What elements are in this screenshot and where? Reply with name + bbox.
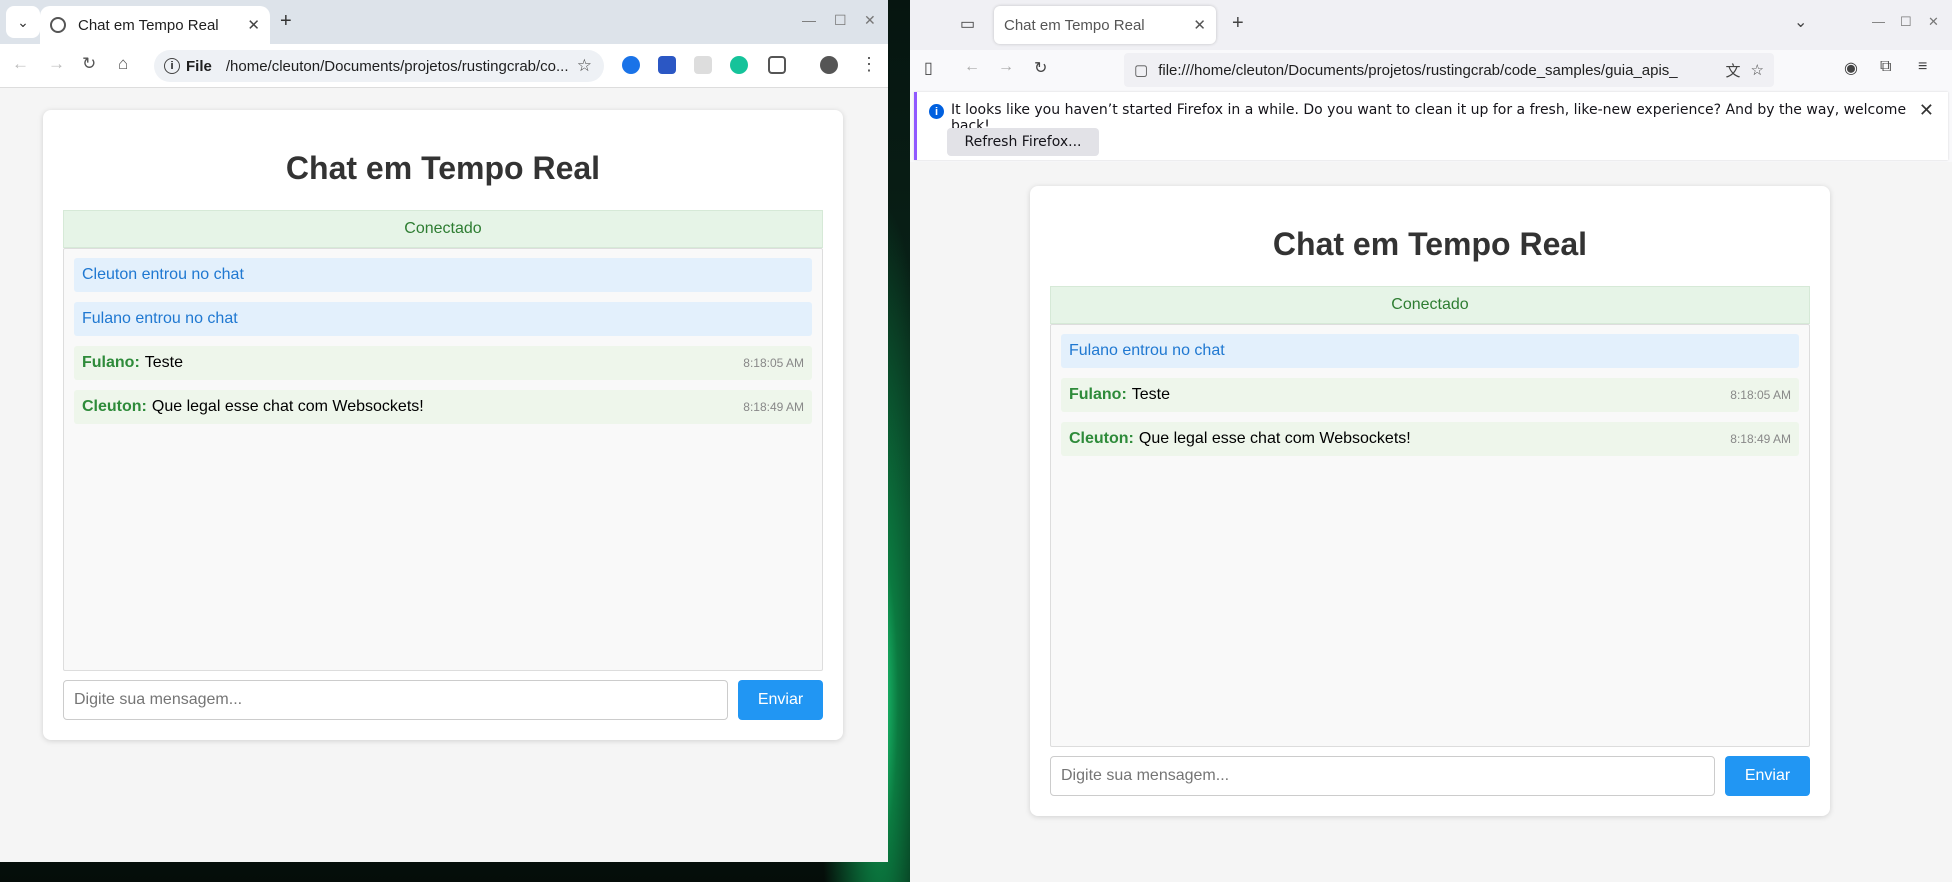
url-text: file:///home/cleuton/Documents/projetos/…: [1158, 61, 1678, 79]
message-text: Teste: [144, 354, 184, 371]
account-icon[interactable]: ◉: [1844, 58, 1858, 78]
profile-avatar-icon[interactable]: [820, 56, 838, 74]
site-info-icon[interactable]: i: [164, 58, 180, 74]
menu-icon[interactable]: ≡: [1918, 58, 1927, 76]
message-time: 8:18:49 AM: [1730, 432, 1791, 446]
new-tab-button[interactable]: +: [1232, 12, 1244, 35]
chat-container: Chat em Tempo Real Conectado Fulano entr…: [1030, 186, 1830, 816]
bookmark-star-icon[interactable]: ☆: [1751, 61, 1764, 79]
menu-icon[interactable]: ⋮: [860, 54, 878, 75]
message-text: Que legal esse chat com Websockets!: [1138, 430, 1411, 447]
send-button[interactable]: Enviar: [1725, 756, 1810, 796]
notification-text: It looks like you haven’t started Firefo…: [951, 102, 1907, 134]
chrome-tab-bar: ⌄ Chat em Tempo Real ✕ + — ☐ ✕: [0, 0, 888, 44]
chevron-down-icon: ⌄: [17, 13, 29, 30]
connection-status: Conectado: [63, 210, 823, 248]
page-title: Chat em Tempo Real: [1272, 226, 1588, 262]
send-button[interactable]: Enviar: [738, 680, 823, 720]
message-input[interactable]: [63, 680, 728, 720]
new-tab-button[interactable]: +: [280, 10, 292, 33]
message-author: Fulano:: [82, 354, 140, 371]
bookmark-star-icon[interactable]: ☆: [577, 56, 592, 76]
address-bar[interactable]: ▢ file:///home/cleuton/Documents/projeto…: [1124, 53, 1774, 87]
firefox-tab-bar: ▭ Chat em Tempo Real ✕ + ⌄ — ☐ ✕: [910, 0, 1952, 50]
zoom-extension-icon[interactable]: [622, 56, 640, 74]
url-text: /home/cleuton/Documents/projetos/rusting…: [225, 57, 569, 75]
chat-container: Chat em Tempo Real Conectado Cleuton ent…: [43, 110, 843, 740]
tab-search-button[interactable]: ⌄: [6, 6, 40, 38]
chrome-tab[interactable]: Chat em Tempo Real ✕: [40, 6, 270, 44]
chrome-toolbar: ← → ↻ ⌂ i File /home/cleuton/Documents/p…: [0, 44, 888, 88]
forward-icon[interactable]: →: [48, 54, 65, 74]
list-tabs-icon[interactable]: ⌄: [1794, 12, 1807, 32]
info-icon: i: [929, 104, 944, 119]
tab-title: Chat em Tempo Real: [78, 16, 219, 34]
system-message: Cleuton entrou no chat: [74, 258, 812, 292]
tab-overview-icon[interactable]: ▭: [960, 14, 975, 34]
close-window-icon[interactable]: ✕: [864, 12, 876, 29]
reload-icon[interactable]: ↻: [1034, 58, 1047, 78]
back-icon[interactable]: ←: [964, 58, 980, 76]
chat-message: Fulano: Teste 8:18:05 AM: [1061, 378, 1799, 412]
message-time: 8:18:05 AM: [1730, 388, 1791, 402]
chrome-page: Chat em Tempo Real Conectado Cleuton ent…: [0, 88, 888, 862]
reload-icon[interactable]: ↻: [82, 54, 96, 74]
message-text: Que legal esse chat com Websockets!: [151, 398, 424, 415]
extensions-puzzle-icon[interactable]: [768, 56, 786, 74]
message-author: Cleuton:: [82, 398, 147, 415]
tab-title: Chat em Tempo Real: [1004, 16, 1145, 34]
system-message: Fulano entrou no chat: [1061, 334, 1799, 368]
firefox-tab[interactable]: Chat em Tempo Real ✕: [994, 6, 1216, 44]
sidebar-icon[interactable]: ▯: [924, 58, 933, 78]
message-time: 8:18:05 AM: [743, 356, 804, 370]
firefox-page: Chat em Tempo Real Conectado Fulano entr…: [910, 162, 1952, 882]
page-icon: ▢: [1134, 62, 1149, 79]
system-message: Fulano entrou no chat: [74, 302, 812, 336]
close-icon[interactable]: ✕: [1919, 100, 1934, 121]
translate-icon[interactable]: 文: [1726, 60, 1741, 81]
maximize-icon[interactable]: ☐: [1900, 14, 1912, 30]
globe-icon: [50, 17, 66, 33]
message-list[interactable]: Fulano entrou no chat Fulano: Teste 8:18…: [1050, 324, 1810, 747]
chrome-window: ⌄ Chat em Tempo Real ✕ + — ☐ ✕ ← → ↻ ⌂ i…: [0, 0, 888, 862]
chat-message: Cleuton: Que legal esse chat com Websock…: [74, 390, 812, 424]
refresh-firefox-button[interactable]: Refresh Firefox...: [947, 128, 1099, 156]
home-icon[interactable]: ⌂: [118, 54, 128, 74]
forward-icon[interactable]: →: [998, 58, 1014, 76]
close-tab-icon[interactable]: ✕: [247, 16, 260, 34]
firefox-window: ▭ Chat em Tempo Real ✕ + ⌄ — ☐ ✕ ▯ ← → ↻…: [910, 0, 1952, 882]
maximize-icon[interactable]: ☐: [834, 12, 847, 29]
minimize-icon[interactable]: —: [1872, 14, 1885, 29]
chat-message: Fulano: Teste 8:18:05 AM: [74, 346, 812, 380]
message-text: Teste: [1131, 386, 1171, 403]
minimize-icon[interactable]: —: [802, 12, 816, 28]
message-author: Fulano:: [1069, 386, 1127, 403]
message-input[interactable]: [1050, 756, 1715, 796]
firefox-toolbar: ▯ ← → ↻ ▢ file:///home/cleuton/Documents…: [910, 50, 1952, 92]
extensions-icon[interactable]: ⧉: [1880, 58, 1891, 76]
close-window-icon[interactable]: ✕: [1928, 14, 1939, 30]
message-list[interactable]: Cleuton entrou no chat Fulano entrou no …: [63, 248, 823, 671]
address-bar[interactable]: i File /home/cleuton/Documents/projetos/…: [154, 50, 604, 82]
connection-status: Conectado: [1050, 286, 1810, 324]
message-time: 8:18:49 AM: [743, 400, 804, 414]
extension-icon[interactable]: [658, 56, 676, 74]
message-author: Cleuton:: [1069, 430, 1134, 447]
close-tab-icon[interactable]: ✕: [1193, 16, 1206, 34]
grammarly-icon[interactable]: [730, 56, 748, 74]
notification-bar: i It looks like you haven’t started Fire…: [914, 92, 1948, 160]
chat-message: Cleuton: Que legal esse chat com Websock…: [1061, 422, 1799, 456]
scheme-label: File: [186, 57, 212, 75]
back-icon[interactable]: ←: [12, 54, 29, 74]
extension-icon[interactable]: [694, 56, 712, 74]
page-title: Chat em Tempo Real: [285, 150, 601, 186]
